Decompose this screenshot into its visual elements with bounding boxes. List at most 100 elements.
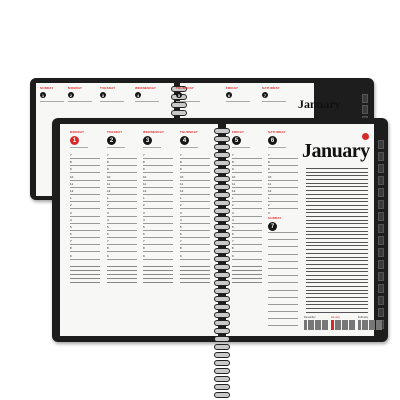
hour-line: 8 bbox=[107, 160, 137, 167]
hour-line: 7 bbox=[107, 239, 137, 246]
front-planner-tabs bbox=[378, 140, 384, 329]
mini-calendar-grid bbox=[331, 320, 355, 330]
back-planner-days: SUNDAY 1 MONDAY 2 TUESDAY 3 WEDNESDAY 4 THURSDAY… bbox=[40, 86, 300, 116]
hour-line: 2 bbox=[232, 203, 262, 210]
month-rule bbox=[306, 208, 368, 210]
hour-label: 8 bbox=[232, 160, 234, 165]
note-line bbox=[232, 277, 262, 279]
note-line bbox=[143, 273, 173, 275]
note-line bbox=[180, 273, 210, 275]
hour-lines: 789101112123456789 bbox=[180, 153, 210, 260]
day-notes bbox=[180, 265, 210, 283]
mini-calendar-grid bbox=[304, 320, 328, 330]
month-rule bbox=[306, 179, 368, 181]
hour-line: 5 bbox=[107, 225, 137, 231]
sunday-line bbox=[268, 232, 298, 233]
hour-label: 8 bbox=[180, 160, 182, 165]
hour-label: 1 bbox=[180, 196, 182, 201]
hour-line: 4 bbox=[232, 218, 262, 224]
note-line bbox=[70, 281, 100, 283]
month-rule bbox=[306, 300, 368, 302]
hour-label: 7 bbox=[143, 239, 145, 244]
month-rule bbox=[306, 278, 368, 280]
hour-label: 9 bbox=[180, 167, 182, 172]
hour-label: 9 bbox=[107, 253, 109, 258]
hour-line: 8 bbox=[232, 160, 262, 167]
hour-line: 1 bbox=[232, 196, 262, 203]
hour-label: 7 bbox=[70, 239, 72, 244]
hour-label: 10 bbox=[107, 174, 111, 179]
hour-line: 8 bbox=[70, 160, 100, 167]
hour-line: 7 bbox=[232, 239, 262, 246]
month-rule bbox=[306, 304, 368, 306]
mini-calendar-month: January bbox=[331, 316, 340, 319]
month-rule bbox=[306, 289, 368, 291]
day-notes bbox=[232, 265, 262, 283]
hour-label: 1 bbox=[268, 196, 270, 201]
hour-line: 7 bbox=[70, 153, 100, 159]
hour-line: 9 bbox=[107, 167, 137, 174]
hour-label: 10 bbox=[232, 174, 236, 179]
hour-label: 5 bbox=[232, 224, 234, 229]
month-rule bbox=[306, 293, 368, 295]
hour-line: 5 bbox=[180, 225, 210, 231]
hour-line: 12 bbox=[143, 189, 173, 195]
hour-label: 12 bbox=[107, 188, 111, 193]
back-day-rule bbox=[226, 101, 250, 102]
hour-label: 6 bbox=[107, 232, 109, 237]
hour-label: 3 bbox=[232, 210, 234, 215]
back-day-name: MONDAY bbox=[68, 86, 83, 90]
back-day-rule bbox=[68, 101, 92, 102]
month-rule bbox=[306, 168, 368, 169]
note-line bbox=[232, 273, 262, 275]
hour-label: 7 bbox=[143, 153, 145, 157]
hour-line: 10 bbox=[232, 175, 262, 181]
hour-label: 12 bbox=[180, 188, 184, 193]
hour-label: 7 bbox=[180, 239, 182, 244]
hour-line: 9 bbox=[143, 167, 173, 174]
mini-calendar: February bbox=[358, 316, 382, 330]
hour-line: 4 bbox=[70, 218, 100, 224]
month-rule bbox=[306, 234, 368, 236]
hour-label: 6 bbox=[180, 232, 182, 237]
back-day-rule bbox=[262, 101, 286, 102]
month-rule bbox=[306, 282, 368, 284]
note-line bbox=[70, 273, 100, 275]
note-line bbox=[107, 269, 137, 271]
back-month-title: January bbox=[298, 97, 341, 111]
back-day-name: SUNDAY bbox=[40, 86, 54, 90]
hour-label: 9 bbox=[180, 253, 182, 258]
note-line bbox=[143, 281, 173, 283]
back-day-name: FRIDAY bbox=[226, 86, 239, 90]
hour-line: 7 bbox=[107, 153, 137, 159]
month-rule bbox=[306, 238, 368, 240]
hour-line: 7 bbox=[70, 239, 100, 246]
hour-line: 6 bbox=[180, 232, 210, 239]
hour-label: 8 bbox=[180, 246, 182, 251]
note-line bbox=[107, 273, 137, 275]
month-rule bbox=[306, 215, 368, 217]
hour-line: 6 bbox=[70, 232, 100, 239]
hour-label: 9 bbox=[70, 167, 72, 172]
hour-label: 9 bbox=[232, 253, 234, 258]
back-day-number: 4 bbox=[135, 92, 141, 98]
month-rule bbox=[306, 245, 368, 247]
hour-label: 12 bbox=[143, 188, 147, 193]
hour-line: 9 bbox=[180, 254, 210, 260]
day-number: 4 bbox=[180, 136, 189, 145]
hour-label: 10 bbox=[143, 174, 147, 179]
day-number: 7 bbox=[268, 222, 277, 231]
hour-label: 11 bbox=[143, 181, 147, 186]
back-day-number: 1 bbox=[40, 92, 46, 98]
day-column: MONDAY 1 7 8 9 10 11 12 1 2 3 4 5 6 7 8 9 bbox=[70, 130, 100, 286]
month-rule bbox=[306, 286, 368, 287]
day-name: SATURDAY bbox=[268, 130, 286, 134]
hour-label: 12 bbox=[268, 188, 272, 193]
hour-line: 9 bbox=[143, 254, 173, 260]
day-notes bbox=[143, 265, 173, 283]
hour-line: 6 bbox=[232, 232, 262, 239]
hour-label: 9 bbox=[232, 167, 234, 172]
day-name: TUESDAY bbox=[107, 130, 123, 134]
day-number: 3 bbox=[143, 136, 152, 145]
day-number: 2 bbox=[107, 136, 116, 145]
